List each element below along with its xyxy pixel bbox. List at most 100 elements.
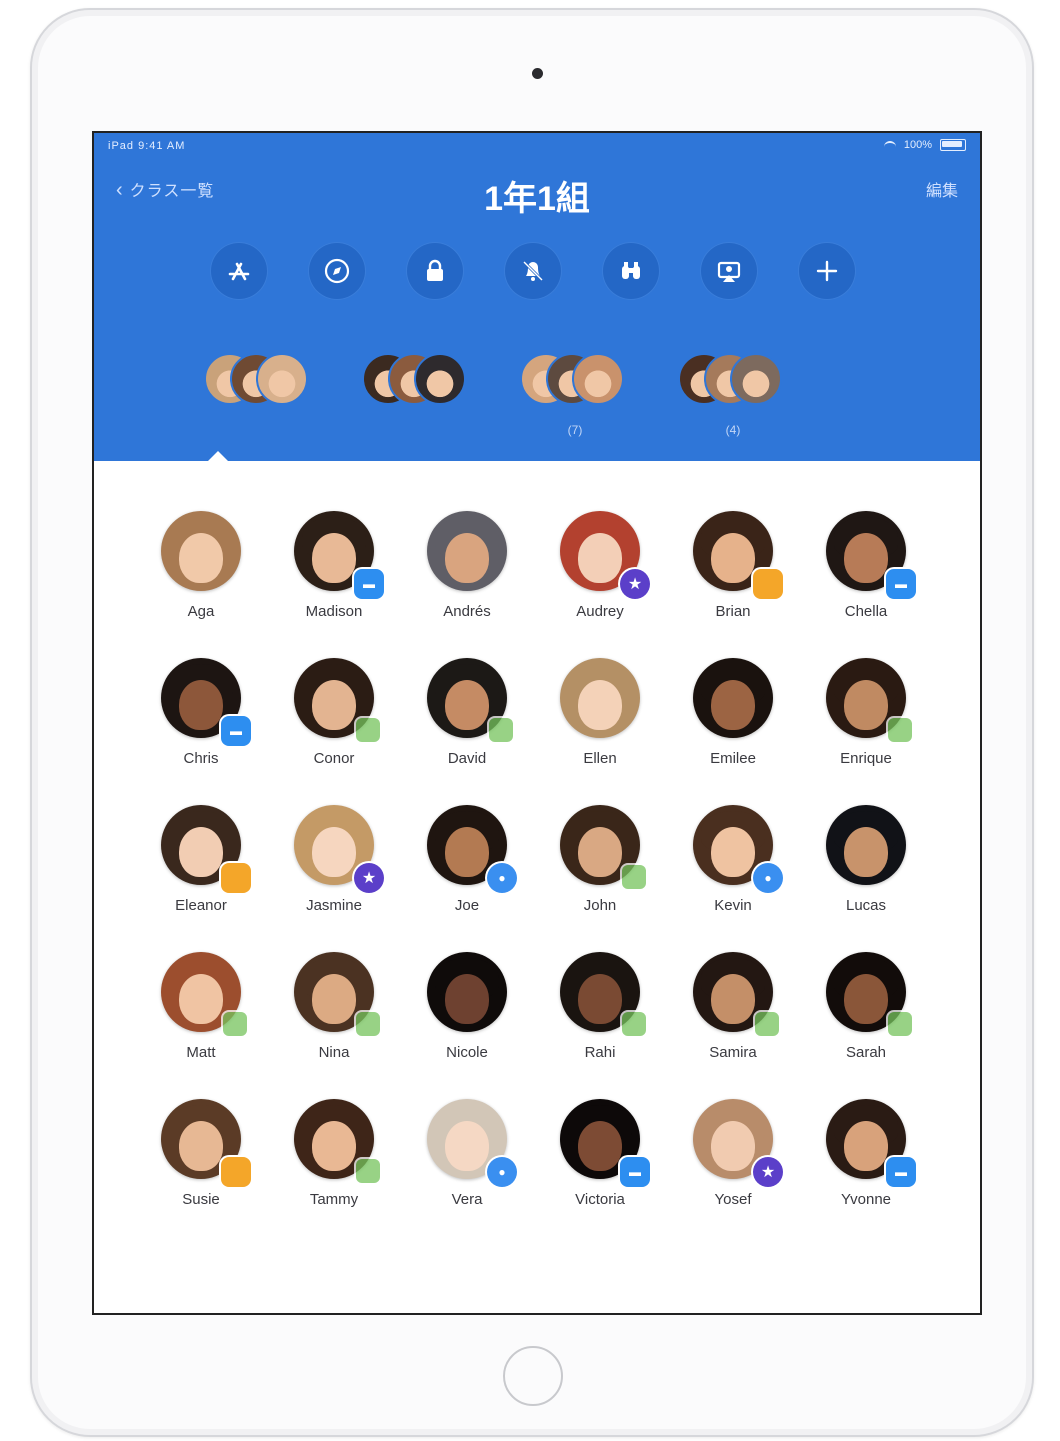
group-label: (4) <box>725 423 741 437</box>
student-tile[interactable]: Nicole <box>400 952 534 1062</box>
group-3[interactable]: (7) <box>500 347 650 437</box>
student-tile[interactable]: Eleanor <box>134 805 268 915</box>
group-2[interactable] <box>342 347 492 423</box>
student-tile[interactable]: Sarah <box>799 952 933 1062</box>
avatar-face <box>711 974 755 1024</box>
avatar-face <box>711 1121 755 1171</box>
app-badge-icon <box>356 1012 380 1036</box>
app-badge-icon <box>755 1012 779 1036</box>
avatar-face <box>844 680 888 730</box>
selection-caret <box>208 451 228 461</box>
student-name: Nina <box>318 1044 350 1061</box>
student-avatar: ▬ <box>560 1099 650 1187</box>
student-tile[interactable]: Tammy <box>267 1099 401 1209</box>
toolbar-add-button[interactable] <box>782 233 872 299</box>
student-tile[interactable]: Conor <box>267 658 401 768</box>
group-4[interactable]: (4) <box>658 347 808 437</box>
toolbar-airplay-button[interactable] <box>684 233 774 299</box>
toolbar-binoculars-button[interactable] <box>586 233 676 299</box>
student-tile[interactable]: Matt <box>134 952 268 1062</box>
student-tile[interactable]: Brian <box>666 511 800 621</box>
avatar-face <box>578 680 622 730</box>
student-avatar <box>427 511 507 591</box>
student-name: Madison <box>305 603 363 620</box>
avatar-face <box>179 974 223 1024</box>
avatar-face <box>711 680 755 730</box>
student-tile[interactable]: ▬ Yvonne <box>799 1099 933 1209</box>
group-1[interactable] <box>184 347 334 423</box>
app-badge-icon <box>356 1159 380 1183</box>
student-name: Ellen <box>583 750 617 767</box>
toolbar-safari-button[interactable] <box>292 233 382 299</box>
student-tile[interactable]: Aga <box>134 511 268 621</box>
group-avatars <box>362 347 472 413</box>
wifi-icon <box>883 140 896 150</box>
student-tile[interactable]: Emilee <box>666 658 800 768</box>
student-tile[interactable]: ★ Audrey <box>533 511 667 621</box>
star-badge-icon: ★ <box>354 863 384 893</box>
student-tile[interactable]: ▬ Chella <box>799 511 933 621</box>
avatar-face <box>578 533 622 583</box>
student-tile[interactable]: Andrés <box>400 511 534 621</box>
student-avatar: ● <box>693 805 783 893</box>
chat-badge-icon: ● <box>487 863 517 893</box>
student-tile[interactable]: Rahi <box>533 952 667 1062</box>
avatar <box>414 353 466 405</box>
group-selector: (7) (4) <box>154 347 934 447</box>
student-avatar <box>826 805 906 885</box>
student-avatar: ★ <box>693 1099 783 1187</box>
student-avatar <box>826 952 912 1036</box>
student-tile[interactable]: ▬ Madison <box>267 511 401 621</box>
student-name: Victoria <box>575 1191 625 1208</box>
app-badge-icon <box>622 1012 646 1036</box>
message-badge-icon: ▬ <box>221 716 251 746</box>
home-button[interactable] <box>503 1346 563 1406</box>
student-tile[interactable]: ● Kevin <box>666 805 800 915</box>
avatar-face <box>844 533 888 583</box>
student-tile[interactable]: John <box>533 805 667 915</box>
student-tile[interactable]: ● Vera <box>400 1099 534 1209</box>
student-name: Andrés <box>443 603 491 620</box>
edit-button[interactable]: 編集 <box>926 177 958 201</box>
student-tile[interactable]: ▬ Chris <box>134 658 268 768</box>
student-avatar <box>294 1099 380 1183</box>
student-tile[interactable]: Nina <box>267 952 401 1062</box>
avatar-face <box>312 533 356 583</box>
student-name: Kevin <box>714 897 752 914</box>
avatar-face <box>844 827 888 877</box>
student-tile[interactable]: ▬ Victoria <box>533 1099 667 1209</box>
status-time: iPad 9:41 AM <box>108 140 186 152</box>
student-tile[interactable]: Lucas <box>799 805 933 915</box>
avatar-face <box>179 1121 223 1171</box>
student-avatar <box>161 805 251 893</box>
student-tile[interactable]: Susie <box>134 1099 268 1209</box>
student-name: Jasmine <box>306 897 362 914</box>
student-tile[interactable]: Samira <box>666 952 800 1062</box>
student-tile[interactable]: ● Joe <box>400 805 534 915</box>
student-avatar: ▬ <box>161 658 251 746</box>
student-avatar: ● <box>427 1099 517 1187</box>
student-avatar <box>161 1099 251 1187</box>
student-tile[interactable]: ★ Jasmine <box>267 805 401 915</box>
student-tile[interactable]: Ellen <box>533 658 667 768</box>
star-badge-icon: ★ <box>620 569 650 599</box>
student-avatar: ★ <box>560 511 650 599</box>
toolbar-app-store-button[interactable] <box>194 233 284 299</box>
student-tile[interactable]: David <box>400 658 534 768</box>
student-tile[interactable]: Enrique <box>799 658 933 768</box>
avatar-face <box>711 827 755 877</box>
student-name: Yvonne <box>840 1191 892 1208</box>
student-avatar: ▬ <box>294 511 384 599</box>
toolbar-lock-button[interactable] <box>390 233 480 299</box>
student-avatar <box>826 658 912 742</box>
avatar-face <box>578 974 622 1024</box>
avatar-face <box>844 1121 888 1171</box>
student-tile[interactable]: ★ Yosef <box>666 1099 800 1209</box>
safari-icon <box>309 243 365 299</box>
toolbar-mute-button[interactable] <box>488 233 578 299</box>
student-name: John <box>583 897 617 914</box>
student-name: Emilee <box>710 750 756 767</box>
student-avatar: ▬ <box>826 511 916 599</box>
class-header: iPad 9:41 AM 100% ‹ クラス一覧 1年1組 編集 (7) (4) <box>94 133 980 461</box>
student-name: David <box>447 750 487 767</box>
